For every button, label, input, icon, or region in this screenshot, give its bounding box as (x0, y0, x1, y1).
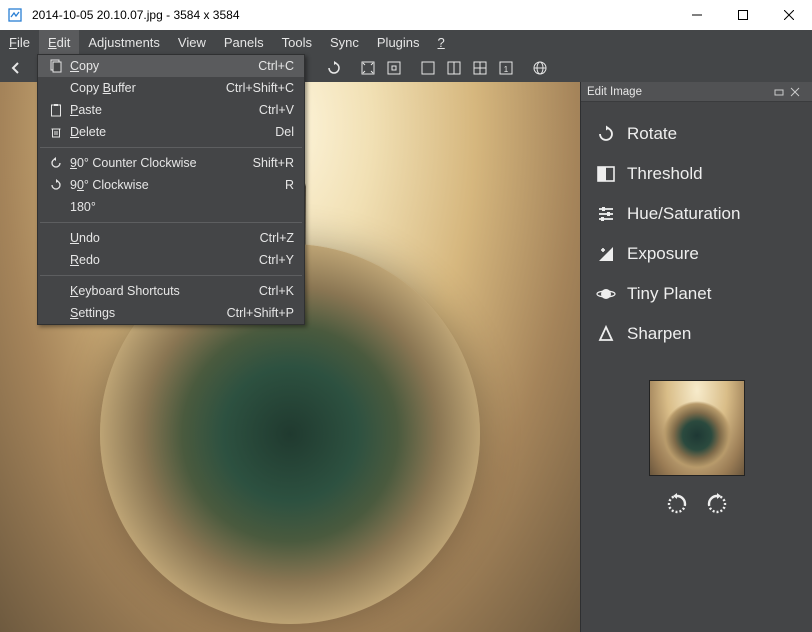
toolbar-view3[interactable] (468, 56, 492, 80)
tool-rotate[interactable]: Rotate (591, 114, 808, 154)
menu-view[interactable]: View (169, 30, 215, 54)
menu-redo[interactable]: Redo Ctrl+Y (38, 249, 304, 271)
titlebar: 2014-10-05 20.10.07.jpg - 3584 x 3584 (0, 0, 812, 30)
panel-title: Edit Image (587, 86, 774, 98)
tool-exposure[interactable]: Exposure (591, 234, 808, 274)
tool-tiny-planet[interactable]: Tiny Planet (591, 274, 808, 314)
edit-dropdown: Copy Ctrl+C Copy Buffer Ctrl+Shift+C Pas… (37, 54, 305, 325)
rotate-cw-icon (46, 178, 66, 192)
menubar: File Edit Adjustments View Panels Tools … (0, 30, 812, 54)
menu-file[interactable]: File (0, 30, 39, 54)
menu-adjustments[interactable]: Adjustments (79, 30, 169, 54)
panel-undock-icon[interactable] (774, 87, 790, 97)
sharpen-icon (595, 323, 617, 345)
window-title: 2014-10-05 20.10.07.jpg - 3584 x 3584 (30, 8, 240, 22)
menu-settings[interactable]: Settings Ctrl+Shift+P (38, 302, 304, 324)
menu-copy-buffer[interactable]: Copy Buffer Ctrl+Shift+C (38, 77, 304, 99)
planet-icon (595, 283, 617, 305)
menu-rotate-180[interactable]: 180° (38, 196, 304, 218)
menu-paste[interactable]: Paste Ctrl+V (38, 99, 304, 121)
thumbnail-preview (649, 380, 745, 476)
menu-panels[interactable]: Panels (215, 30, 273, 54)
thumb-rotate-ccw[interactable] (662, 490, 692, 518)
menu-rotate-cw[interactable]: 90° Clockwise R (38, 174, 304, 196)
menu-sync[interactable]: Sync (321, 30, 368, 54)
delete-icon (46, 125, 66, 139)
menu-copy[interactable]: Copy Ctrl+C (38, 55, 304, 77)
toolbar-fit[interactable] (356, 56, 380, 80)
menu-undo[interactable]: Undo Ctrl+Z (38, 227, 304, 249)
toolbar-actual-size[interactable] (382, 56, 406, 80)
panel-close-icon[interactable] (790, 87, 806, 97)
rotate-ccw-icon (46, 156, 66, 170)
menu-delete[interactable]: Delete Del (38, 121, 304, 143)
edit-image-panel: Edit Image Rotate (580, 82, 812, 632)
menu-rotate-ccw[interactable]: 90° Counter Clockwise Shift+R (38, 152, 304, 174)
menu-plugins[interactable]: Plugins (368, 30, 429, 54)
menu-keyboard-shortcuts[interactable]: Keyboard Shortcuts Ctrl+K (38, 280, 304, 302)
menu-tools[interactable]: Tools (273, 30, 321, 54)
exposure-icon (595, 243, 617, 265)
paste-icon (46, 103, 66, 117)
toolbar-refresh[interactable] (322, 56, 346, 80)
tool-hue-saturation[interactable]: Hue/Saturation (591, 194, 808, 234)
toolbar-view2[interactable] (442, 56, 466, 80)
maximize-button[interactable] (720, 0, 766, 30)
tool-sharpen[interactable]: Sharpen (591, 314, 808, 354)
toolbar-globe[interactable] (528, 56, 552, 80)
menu-help[interactable]: ? (429, 30, 454, 54)
sliders-icon (595, 203, 617, 225)
threshold-icon (595, 163, 617, 185)
thumb-rotate-cw[interactable] (702, 490, 732, 518)
menu-edit[interactable]: Edit (39, 30, 79, 54)
toolbar-view1[interactable] (416, 56, 440, 80)
copy-icon (46, 59, 66, 73)
toolbar-view4[interactable]: 1 (494, 56, 518, 80)
close-button[interactable] (766, 0, 812, 30)
rotate-icon (595, 123, 617, 145)
tool-threshold[interactable]: Threshold (591, 154, 808, 194)
toolbar-back[interactable] (4, 56, 28, 80)
app-icon (0, 0, 30, 30)
minimize-button[interactable] (674, 0, 720, 30)
svg-text:1: 1 (504, 65, 509, 74)
